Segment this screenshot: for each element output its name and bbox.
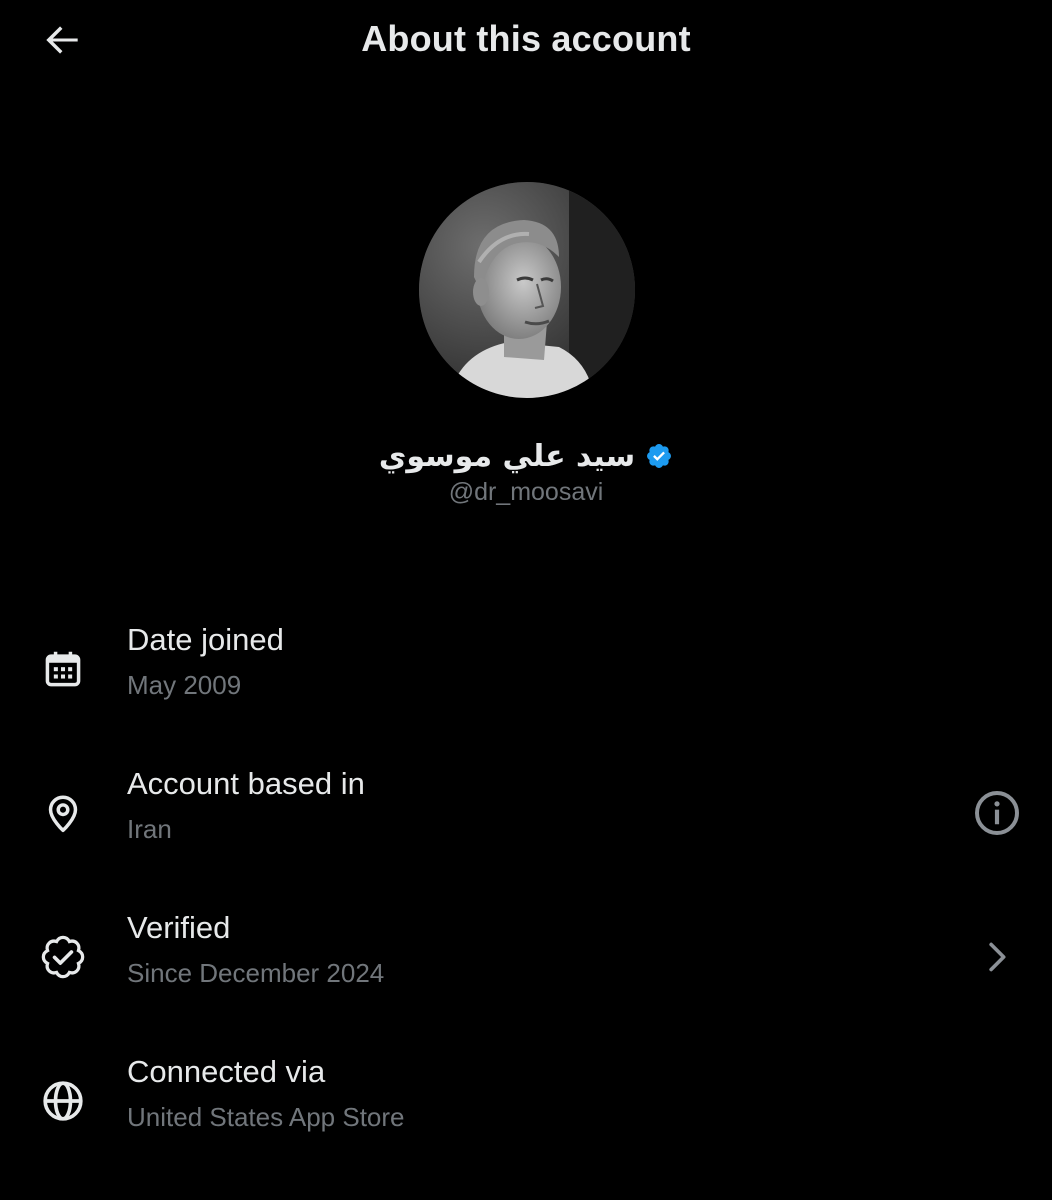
row-label: Account based in <box>127 766 365 801</box>
info-row-verified[interactable]: Verified Since December 2024 <box>0 908 1052 1018</box>
info-row-date-joined: Date joined May 2009 <box>0 620 1052 730</box>
page-title: About this account <box>361 18 691 59</box>
row-label: Connected via <box>127 1054 326 1089</box>
display-name: سيد علي موسوي <box>378 438 636 474</box>
row-value: United States App Store <box>127 1102 405 1132</box>
info-row-connected-via: Connected via United States App Store <box>0 1052 1052 1162</box>
calendar-icon <box>36 642 90 696</box>
info-icon <box>975 791 1019 835</box>
info-row-account-based-in: Account based in Iran <box>0 764 1052 874</box>
info-button[interactable] <box>970 786 1024 840</box>
row-label: Verified <box>127 910 231 945</box>
row-value: Since December 2024 <box>127 958 385 988</box>
chevron-right-icon <box>989 942 1006 972</box>
display-name-row: سيد علي موسوي <box>0 432 1052 480</box>
row-label: Date joined <box>127 622 284 657</box>
row-value: May 2009 <box>127 670 242 700</box>
globe-icon <box>36 1074 90 1128</box>
location-pin-icon <box>36 786 90 840</box>
row-value: Iran <box>127 814 172 844</box>
verified-badge-icon <box>645 442 673 470</box>
user-handle: @dr_moosavi <box>448 478 604 506</box>
verified-badge-outline-icon <box>36 930 90 984</box>
top-bar: About this account <box>0 0 1052 80</box>
verified-details-button[interactable] <box>970 930 1024 984</box>
about-account-screen: About this account سيد علي موسوي @dr_moo… <box>0 0 1052 1200</box>
avatar <box>419 182 635 398</box>
